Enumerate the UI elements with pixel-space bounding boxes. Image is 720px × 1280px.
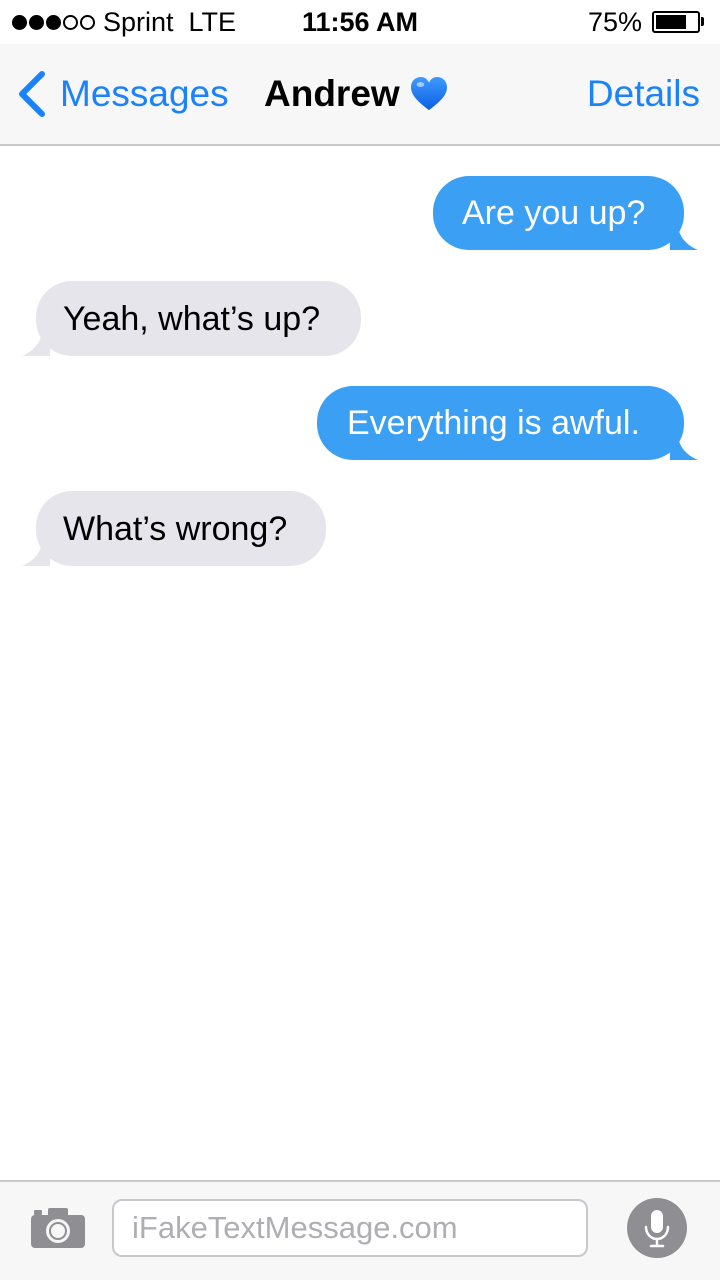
bubble-tail [670,434,698,460]
outgoing-message-bubble[interactable]: Everything is awful. [317,386,698,460]
blue-heart-icon [410,76,447,111]
battery-fill [656,15,686,29]
battery-cap [701,17,704,26]
chevron-left-icon [19,71,45,117]
battery-percent: 75% [587,7,642,37]
battery-icon [652,11,700,33]
back-button[interactable]: Messages [14,68,229,120]
message-text: Yeah, what’s up? [63,300,321,338]
details-button[interactable]: Details [587,68,700,120]
bubble-tail [22,540,50,566]
camera-button[interactable] [28,1203,88,1251]
microphone-icon [644,1210,670,1248]
microphone-button[interactable] [627,1198,687,1258]
outgoing-message-bubble[interactable]: Are you up? [433,176,698,250]
camera-icon [31,1208,85,1248]
message-input-bar [0,1180,720,1280]
incoming-message-bubble[interactable]: Yeah, what’s up? [22,281,361,356]
bubble-tail [22,330,50,356]
message-text: What’s wrong? [63,510,288,548]
message-text: Are you up? [462,194,646,232]
conversation-title: Andrew [264,68,448,120]
incoming-message-bubble[interactable]: What’s wrong? [22,491,326,566]
status-bar: Sprint LTE 11:56 AM 75% [0,0,720,44]
bubble-tail [670,224,698,250]
message-input[interactable] [112,1199,588,1257]
contact-name: Andrew [264,73,400,114]
navigation-bar: Messages Andrew Details [0,44,720,146]
back-button-label: Messages [60,73,229,114]
message-text: Everything is awful. [347,404,640,442]
